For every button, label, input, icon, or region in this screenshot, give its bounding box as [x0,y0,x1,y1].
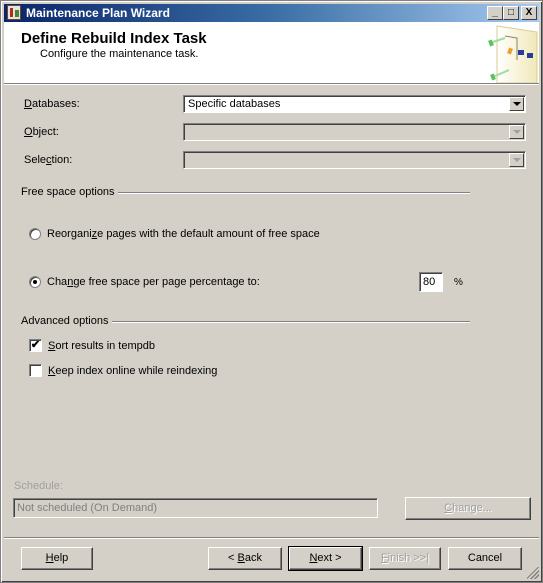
wizard-header: Define Rebuild Index Task Configure the … [4,22,539,85]
sort-tempdb-label[interactable]: Sort results in tempdb [48,340,155,352]
free-space-group-label: Free space options [21,186,115,198]
free-space-divider [118,192,470,194]
keep-online-label[interactable]: Keep index online while reindexing [48,365,217,377]
app-icon [7,5,21,20]
chevron-down-icon[interactable] [509,97,524,111]
wizard-window: Maintenance Plan Wizard _ □ X Define Reb… [0,0,543,583]
databases-dropdown[interactable]: Specific databases [183,95,526,113]
resize-grip[interactable] [527,567,539,579]
change-free-space-radio[interactable] [29,276,41,288]
schedule-field: Not scheduled (On Demand) [13,498,378,518]
finish-button[interactable]: Finish >>| [369,547,441,570]
minimize-button[interactable]: _ [487,6,503,20]
schedule-label: Schedule: [14,480,63,492]
cancel-button[interactable]: Cancel [448,547,522,570]
title-bar[interactable]: Maintenance Plan Wizard _ □ X [4,4,539,22]
keep-online-checkbox[interactable] [29,364,42,377]
help-button[interactable]: Help [21,547,93,570]
next-button[interactable]: Next > [288,546,363,571]
object-dropdown[interactable] [183,123,526,141]
footer-separator [4,537,539,539]
back-button[interactable]: < Back [208,547,282,570]
chevron-down-icon[interactable] [509,153,524,167]
advanced-divider [112,321,470,323]
page-subtitle: Configure the maintenance task. [40,48,199,60]
change-schedule-button[interactable]: Change... [405,497,531,520]
sort-tempdb-checkbox[interactable]: ✔ [29,339,42,352]
databases-value: Specific databases [188,98,281,110]
percent-sign: % [454,277,463,288]
reorganize-radio[interactable] [29,228,41,240]
change-free-space-label[interactable]: Change free space per page percentage to… [47,276,260,288]
databases-label: Databases: [24,98,80,110]
advanced-group-label: Advanced options [21,315,109,327]
selection-dropdown[interactable] [183,151,526,169]
chevron-down-icon[interactable] [509,125,524,139]
object-label: Object: [24,126,59,138]
wizard-diagram-icon [488,25,538,83]
percentage-input[interactable]: 80 [419,272,443,292]
selection-label: Selection: [24,154,73,166]
window-title: Maintenance Plan Wizard [26,6,170,20]
page-title: Define Rebuild Index Task [21,30,207,47]
reorganize-label[interactable]: Reorganize pages with the default amount… [47,228,320,240]
close-button[interactable]: X [521,6,537,20]
maximize-button[interactable]: □ [503,6,519,20]
